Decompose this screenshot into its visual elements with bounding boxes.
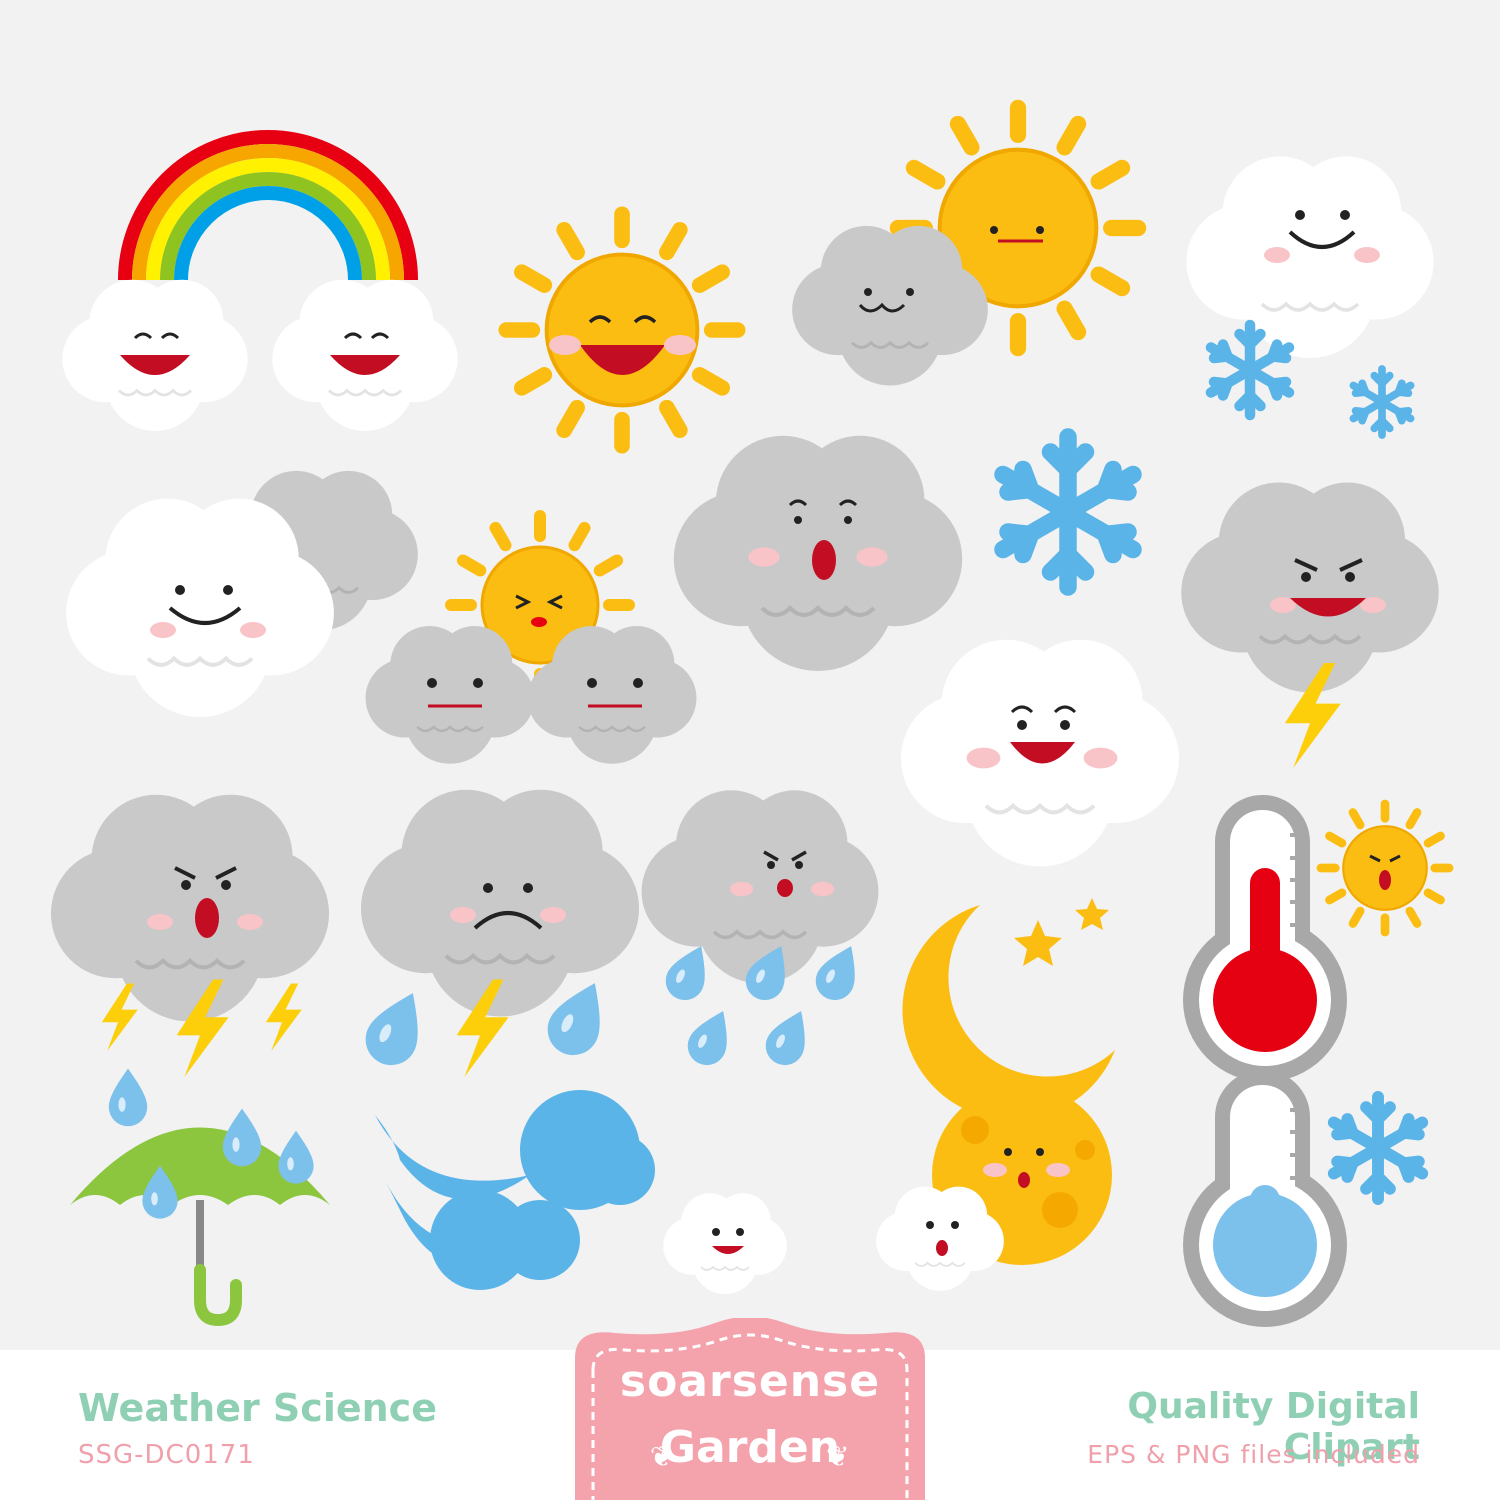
- happy-white-cloud-icon: [901, 640, 1179, 867]
- rainbow-clouds-icon: [60, 130, 460, 433]
- hot-thermometer-icon: [1183, 795, 1455, 1082]
- leaf-left-icon: ❦: [650, 1440, 674, 1473]
- sun-behind-cloud-icon: [790, 100, 1146, 387]
- surprised-gray-cloud-icon: [674, 436, 962, 671]
- product-code: SSG-DC0171: [78, 1440, 255, 1470]
- partly-cloudy-icon: [64, 469, 420, 719]
- snowflake-icon: [1003, 437, 1133, 587]
- brand-name-line2: Garden: [659, 1422, 841, 1473]
- weather-clipart-canvas: [0, 0, 1455, 1327]
- angry-thunder-cloud-icon: [1179, 480, 1441, 768]
- leaf-right-icon: ❦: [826, 1440, 850, 1473]
- files-note: EPS & PNG files included: [1087, 1440, 1420, 1469]
- laughing-sun-icon: [496, 204, 748, 456]
- product-title: Weather Science: [78, 1386, 437, 1430]
- cold-thermometer-icon: [1183, 1070, 1422, 1327]
- snow-cloud-icon: [1184, 154, 1436, 435]
- thunderstorm-icon: [51, 795, 329, 1077]
- brand-name-line1: soarsense: [619, 1356, 881, 1407]
- rain-cloud-icon: [639, 788, 881, 1072]
- sad-storm-cloud-icon: [357, 790, 639, 1077]
- full-moon-cloud-icon: [875, 1085, 1112, 1292]
- umbrella-icon: [70, 1068, 330, 1327]
- wind-icon: [375, 1090, 655, 1290]
- moon-cloud-icon: [662, 1095, 855, 1295]
